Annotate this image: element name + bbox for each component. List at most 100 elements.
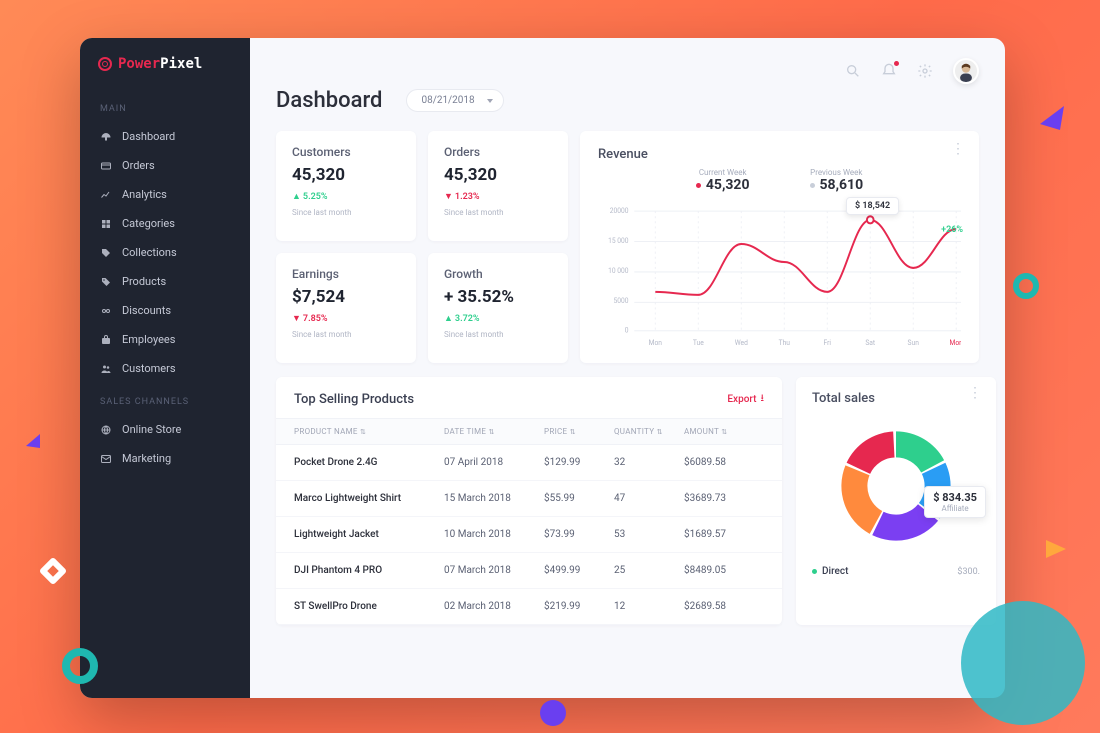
date-picker[interactable]: 08/21/2018 — [406, 89, 503, 112]
nav-label: Customers — [122, 362, 176, 375]
sidebar-item-categories[interactable]: Categories — [80, 209, 250, 238]
table-row[interactable]: Pocket Drone 2.4G07 April 2018$129.9932$… — [276, 445, 782, 481]
brand-logo-block: PowerPixel — [80, 56, 250, 90]
table-row[interactable]: Marco Lightweight Shirt15 March 2018$55.… — [276, 481, 782, 517]
brand-text-b: Pixel — [160, 56, 202, 72]
cell-date: 07 March 2018 — [444, 565, 544, 576]
nav-icon — [100, 424, 112, 436]
sidebar-item-dashboard[interactable]: Dashboard — [80, 122, 250, 151]
user-avatar[interactable] — [953, 58, 979, 84]
metric-label: Growth — [444, 267, 552, 281]
table-col[interactable]: PRODUCT NAME ⇅ — [294, 427, 444, 436]
topbar — [276, 60, 979, 82]
cell-amount: $2689.58 — [684, 601, 764, 612]
sidebar-item-orders[interactable]: Orders — [80, 151, 250, 180]
legend-prev-value: 58,610 — [820, 177, 864, 193]
nav-icon — [100, 131, 112, 143]
metric-value: 45,320 — [292, 165, 400, 185]
svg-text:Thu: Thu — [779, 339, 791, 347]
kebab-menu-icon[interactable]: ⋮ — [951, 147, 965, 151]
metric-note: Since last month — [292, 208, 400, 217]
nav-label: Analytics — [122, 188, 167, 201]
main-content: Dashboard 08/21/2018 Customers 45,320 ▲ … — [250, 38, 1005, 698]
sidebar-item-customers[interactable]: Customers — [80, 354, 250, 383]
sales-legend-label: Direct — [822, 566, 848, 577]
nav-icon — [100, 160, 112, 172]
nav-section-sales: SALES CHANNELS — [80, 383, 250, 415]
cell-price: $129.99 — [544, 457, 614, 468]
dot-icon — [696, 183, 701, 188]
cell-date: 02 March 2018 — [444, 601, 544, 612]
cell-name: ST SwellPro Drone — [294, 601, 444, 612]
metric-delta: ▼ 7.85% — [292, 313, 400, 324]
metric-delta: ▲ 5.25% — [292, 191, 400, 202]
dot-icon — [810, 183, 815, 188]
metric-earnings: Earnings $7,524 ▼ 7.85% Since last month — [276, 253, 416, 363]
kebab-menu-icon[interactable]: ⋮ — [968, 391, 982, 395]
nav-label: Collections — [122, 246, 177, 259]
legend-current-label: Current Week — [696, 168, 750, 177]
chart-growth-badge: +26% — [941, 225, 963, 235]
sidebar-item-online-store[interactable]: Online Store — [80, 415, 250, 444]
metric-label: Orders — [444, 145, 552, 159]
sidebar-item-discounts[interactable]: Discounts — [80, 296, 250, 325]
donut-tooltip: $ 834.35 Affiliate — [924, 486, 986, 518]
sidebar-item-products[interactable]: Products — [80, 267, 250, 296]
donut-tooltip-label: Affiliate — [933, 504, 977, 513]
sidebar-item-collections[interactable]: Collections — [80, 238, 250, 267]
cell-name: Pocket Drone 2.4G — [294, 457, 444, 468]
sidebar-item-employees[interactable]: Employees — [80, 325, 250, 354]
revenue-legend: Current Week 45,320 Previous Week 58,610 — [598, 168, 961, 193]
cell-qty: 32 — [614, 457, 684, 468]
sidebar-item-marketing[interactable]: Marketing — [80, 444, 250, 473]
cell-name: DJI Phantom 4 PRO — [294, 565, 444, 576]
svg-text:10 000: 10 000 — [608, 267, 629, 275]
bell-icon[interactable] — [881, 63, 897, 79]
nav-icon — [100, 334, 112, 346]
table-col[interactable]: DATE TIME ⇅ — [444, 427, 544, 436]
nav-icon — [100, 305, 112, 317]
table-col[interactable]: AMOUNT ⇅ — [684, 427, 764, 436]
svg-text:Fri: Fri — [824, 339, 832, 347]
nav-icon — [100, 189, 112, 201]
table-row[interactable]: Lightweight Jacket10 March 2018$73.9953$… — [276, 517, 782, 553]
metric-growth: Growth + 35.52% ▲ 3.72% Since last month — [428, 253, 568, 363]
nav-label: Employees — [122, 333, 175, 346]
revenue-title: Revenue — [598, 147, 961, 162]
cell-amount: $1689.57 — [684, 529, 764, 540]
metric-note: Since last month — [444, 208, 552, 217]
metric-value: $7,524 — [292, 287, 400, 307]
cell-amount: $8489.05 — [684, 565, 764, 576]
table-row[interactable]: DJI Phantom 4 PRO07 March 2018$499.9925$… — [276, 553, 782, 589]
cell-amount: $3689.73 — [684, 493, 764, 504]
search-icon[interactable] — [845, 63, 861, 79]
nav-label: Dashboard — [122, 130, 175, 143]
sidebar-item-analytics[interactable]: Analytics — [80, 180, 250, 209]
sales-donut-chart: $ 834.35 Affiliate — [812, 416, 980, 556]
revenue-card: Revenue ⋮ Current Week 45,320 Previous W… — [580, 131, 979, 363]
table-col[interactable]: PRICE ⇅ — [544, 427, 614, 436]
gear-icon[interactable] — [917, 63, 933, 79]
metric-label: Earnings — [292, 267, 400, 281]
svg-text:Sat: Sat — [865, 339, 875, 347]
cell-name: Lightweight Jacket — [294, 529, 444, 540]
sales-title: Total sales — [812, 391, 980, 406]
table-row[interactable]: ST SwellPro Drone02 March 2018$219.9912$… — [276, 589, 782, 625]
total-sales-card: Total sales ⋮ $ 834.35 Affiliate Direct … — [796, 377, 996, 625]
svg-text:20000: 20000 — [610, 207, 629, 215]
brand-target-icon — [98, 57, 112, 71]
svg-text:Mon: Mon — [649, 339, 663, 347]
metric-label: Customers — [292, 145, 400, 159]
page-header: Dashboard 08/21/2018 — [276, 88, 979, 113]
svg-text:Sun: Sun — [908, 339, 920, 347]
cell-date: 15 March 2018 — [444, 493, 544, 504]
nav-label: Discounts — [122, 304, 171, 317]
svg-text:Tue: Tue — [693, 339, 704, 347]
dot-icon — [812, 569, 817, 574]
top-products-card: Top Selling Products Export ⭳ PRODUCT NA… — [276, 377, 782, 625]
notification-dot — [894, 61, 899, 66]
table-col[interactable]: QUANTITY ⇅ — [614, 427, 684, 436]
brand-text-a: Power — [118, 56, 160, 72]
app-window: PowerPixel MAIN DashboardOrdersAnalytics… — [80, 38, 1005, 698]
export-button[interactable]: Export ⭳ — [727, 391, 764, 408]
